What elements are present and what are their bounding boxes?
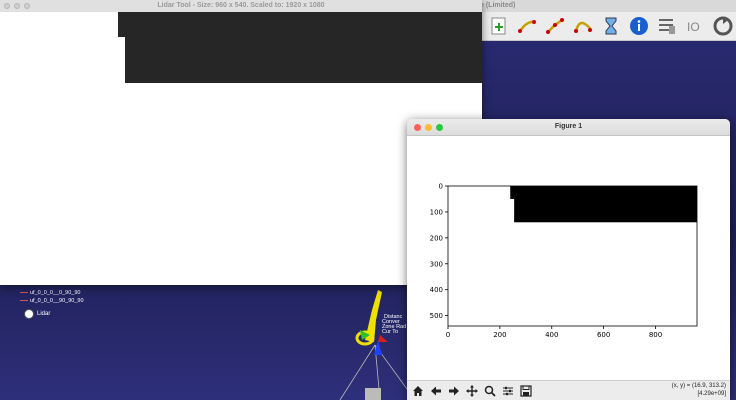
home-button[interactable] <box>410 384 425 399</box>
forward-button[interactable] <box>446 384 461 399</box>
hourglass-icon[interactable] <box>600 15 622 37</box>
background-title: e (Limited) <box>480 2 516 9</box>
tree-item[interactable]: uf_0_0_0__90_90_90 <box>20 298 84 304</box>
list-settings-icon[interactable] <box>656 15 678 37</box>
move-icon <box>465 385 478 397</box>
figure-plot[interactable]: 0 200 400 600 800 0 100 200 300 400 500 <box>407 136 730 380</box>
overlay-label: Cur To <box>382 329 398 335</box>
background-toolbar: IO <box>482 12 736 41</box>
back-button[interactable] <box>428 384 443 399</box>
add-page-icon[interactable] <box>488 15 510 37</box>
io-icon[interactable]: IO <box>684 15 706 37</box>
x-tick-label: 200 <box>493 331 506 339</box>
lidar-titlebar: Lidar Tool - Size: 960 x 540. Scaled to:… <box>0 0 482 12</box>
x-tick-label: 400 <box>545 331 558 339</box>
figure-title: Figure 1 <box>554 123 583 130</box>
tree-connector <box>20 292 28 294</box>
y-tick-label: 500 <box>430 312 443 320</box>
info-icon[interactable] <box>628 15 650 37</box>
cursor-coordinates: (x, y) = (16.9, 313.2) [4.29e+09] <box>672 382 726 398</box>
magnifier-icon <box>484 385 496 397</box>
tree-item-label: uf_0_0_0__0_90_90 <box>30 290 81 296</box>
path-icon[interactable] <box>516 15 538 37</box>
tree-connector <box>20 300 28 302</box>
figure-titlebar: Figure 1 <box>407 119 730 136</box>
x-tick-label: 600 <box>597 331 610 339</box>
tree-item[interactable]: uf_0_0_0__0_90_90 <box>20 290 80 296</box>
save-button[interactable] <box>518 384 533 399</box>
figure-window: Figure 1 0 200 400 600 800 0 100 200 300 400 500 (… <box>407 119 730 400</box>
y-tick-label: 0 <box>439 183 443 191</box>
lidar-window-title: Lidar Tool - Size: 960 x 540. Scaled to:… <box>157 2 325 9</box>
sync-icon[interactable] <box>712 15 734 37</box>
floppy-disk-icon <box>519 385 532 397</box>
image-black-region <box>514 186 697 223</box>
x-tick-label: 800 <box>649 331 662 339</box>
lidar-icon <box>24 309 34 319</box>
lidar-dark-region <box>125 12 482 83</box>
arrow-right-icon <box>448 386 459 396</box>
configure-button[interactable] <box>500 384 515 399</box>
arrow-left-icon <box>430 386 441 396</box>
y-tick-label: 400 <box>430 286 443 294</box>
zoom-button[interactable] <box>482 384 497 399</box>
coords-value: [4.29e+09] <box>697 391 726 397</box>
svg-text:IO: IO <box>687 20 700 34</box>
x-tick-label: 0 <box>446 331 450 339</box>
tree-item-lidar[interactable]: Lidar <box>24 309 50 319</box>
tree-item-label: uf_0_0_0__90_90_90 <box>30 298 84 304</box>
y-tick-label: 300 <box>430 260 443 268</box>
y-tick-label: 200 <box>430 234 443 242</box>
y-tick-label: 100 <box>430 208 443 216</box>
image-black-region-notch <box>510 186 516 199</box>
home-icon <box>412 386 423 396</box>
coords-xy: (x, y) = (16.9, 313.2) <box>671 383 726 389</box>
path-node-icon[interactable] <box>544 15 566 37</box>
pan-button[interactable] <box>464 384 479 399</box>
lidar-label: Lidar <box>37 311 51 317</box>
path-edit-icon[interactable] <box>572 15 594 37</box>
figure-toolbar: (x, y) = (16.9, 313.2) [4.29e+09] <box>407 380 730 400</box>
sliders-icon <box>502 386 513 396</box>
